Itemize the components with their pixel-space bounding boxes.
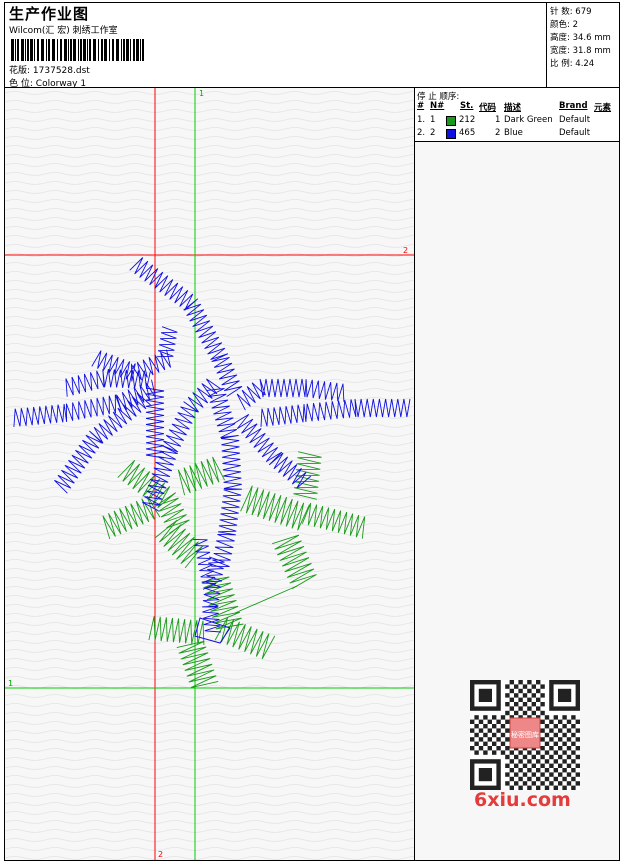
red-guide-label-right: 2 (403, 246, 408, 255)
stat-width: 宽度: 31.8 mm (550, 44, 611, 56)
col-header-description: 描述 (504, 103, 522, 113)
stat-label: 针 数: (550, 7, 573, 17)
row-description: Blue (504, 128, 523, 138)
table-divider (415, 141, 620, 142)
row-brand: Default (559, 128, 591, 138)
red-guide-label-bottom: 2 (158, 850, 163, 859)
page-title: 生产作业图 (9, 5, 90, 23)
embroidery-drawing: 1 1 2 2 (5, 88, 414, 860)
color-swatch (446, 116, 456, 126)
stop-sequence-table: 停 止 顺序: # N# St. 代码 描述 Brand 元素 1. 1 212… (415, 88, 619, 141)
row-index: 2. (417, 128, 426, 138)
stat-value: 679 (575, 7, 592, 17)
row-code: 1 (495, 115, 501, 125)
watermark: 6xiu.com (474, 789, 571, 811)
fabric-texture (5, 88, 414, 860)
row-index: 1. (417, 115, 426, 125)
col-header-brand: Brand (559, 101, 588, 111)
row-stitches: 212 (459, 115, 476, 125)
stat-value: 31.8 mm (572, 46, 611, 56)
color-swatch (446, 129, 456, 139)
qr-code: 秘密图库 (470, 680, 580, 790)
stat-colors: 颜色: 2 (550, 18, 578, 30)
col-header-element: 元素 (594, 103, 612, 113)
stat-value: 2 (572, 20, 578, 30)
green-guide-label-top: 1 (199, 89, 204, 98)
row-description: Dark Green (504, 115, 553, 125)
row-n: 1 (430, 115, 436, 125)
row-code: 2 (495, 128, 501, 138)
stat-height: 高度: 34.6 mm (550, 31, 611, 43)
qr-badge: 秘密图库 (511, 730, 539, 739)
stat-stitches: 针 数: 679 (550, 5, 592, 17)
design-file: 1737528.dst (32, 66, 90, 76)
barcode (11, 39, 144, 61)
design-label: 花版: (9, 66, 31, 76)
stat-label: 高度: (550, 33, 570, 43)
stat-value: 34.6 mm (572, 33, 611, 43)
stat-value: 4.24 (575, 59, 595, 69)
stat-label: 宽度: (550, 46, 570, 56)
design-canvas: 1 1 2 2 (4, 87, 415, 861)
green-guide-label-left: 1 (8, 679, 13, 688)
row-brand: Default (559, 115, 591, 125)
col-header-stitches: St. (460, 101, 474, 111)
production-sheet: 生产作业图 Wilcom(汇 宏) 刺绣工作室 花版: 1737528.dst … (0, 0, 620, 861)
design-line: 花版: 1737528.dst (9, 63, 90, 76)
row-stitches: 465 (459, 128, 476, 138)
stat-label: 比 例: (550, 59, 573, 69)
col-header-n: N# (430, 101, 445, 111)
col-header-code: 代码 (479, 103, 497, 113)
row-n: 2 (430, 128, 436, 138)
stat-scale: 比 例: 4.24 (550, 57, 594, 69)
stats-panel: 针 数: 679 颜色: 2 高度: 34.6 mm 宽度: 31.8 mm 比… (546, 2, 620, 88)
stat-label: 颜色: (550, 20, 570, 30)
company-name: Wilcom(汇 宏) 刺绣工作室 (9, 26, 118, 36)
col-header-index: # (417, 101, 425, 111)
header-panel: 生产作业图 Wilcom(汇 宏) 刺绣工作室 花版: 1737528.dst … (4, 2, 547, 89)
